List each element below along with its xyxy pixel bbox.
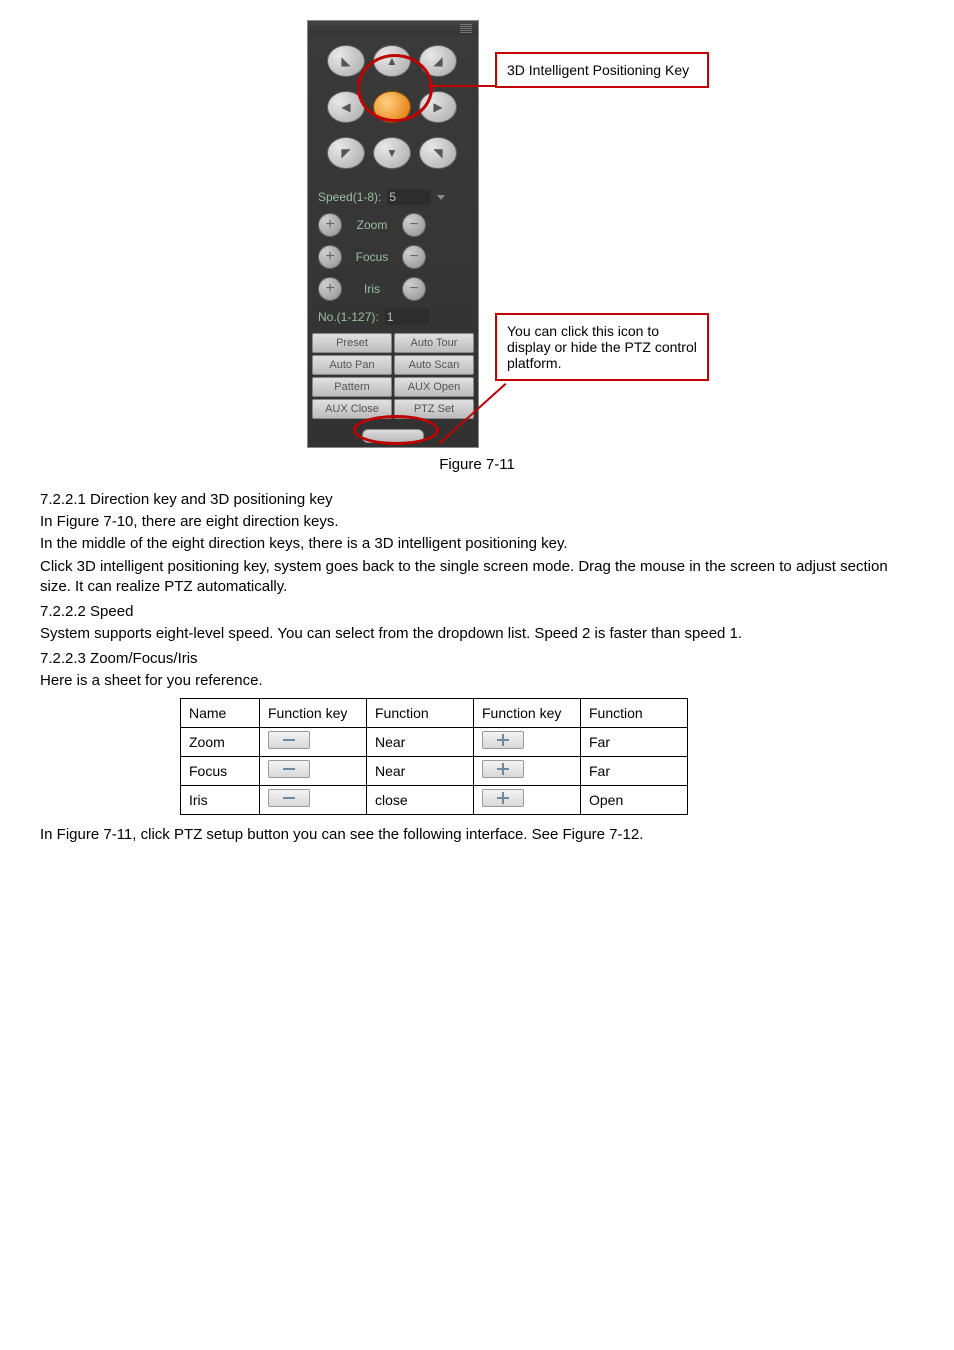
callout-line-top <box>427 85 497 87</box>
cell-func2: Far <box>581 727 688 756</box>
dir-left[interactable]: ◀ <box>327 91 365 123</box>
cell-func2: Open <box>581 785 688 814</box>
collapse-toggle[interactable] <box>362 429 424 443</box>
no-label: No.(1-127): <box>318 310 379 324</box>
iris-minus[interactable]: − <box>402 277 426 301</box>
cell-name: Focus <box>181 756 260 785</box>
th-func2: Function <box>581 698 688 727</box>
table-row: Iris close Open <box>181 785 688 814</box>
cell-func2: Far <box>581 756 688 785</box>
dir-right[interactable]: ▶ <box>419 91 457 123</box>
zoom-plus[interactable]: + <box>318 213 342 237</box>
minus-icon <box>268 731 310 749</box>
th-name: Name <box>181 698 260 727</box>
cell-func: close <box>367 785 474 814</box>
auto-scan-button[interactable]: Auto Scan <box>394 355 474 375</box>
table-row: Focus Near Far <box>181 756 688 785</box>
speed-row: Speed(1-8): <box>308 185 478 209</box>
cell-func: Near <box>367 727 474 756</box>
dir-up-left[interactable]: ◣ <box>327 45 365 77</box>
pattern-button[interactable]: Pattern <box>312 377 392 397</box>
direction-keys: ◣ ▲ ◢ ◀ ▶ ◤ ▼ ◥ <box>323 45 463 177</box>
figure-container: ◣ ▲ ◢ ◀ ▶ ◤ ▼ ◥ Speed(1-8): + <box>40 20 914 448</box>
table-header-row: Name Function key Function Function key … <box>181 698 688 727</box>
zoom-row: + Zoom − <box>308 209 478 241</box>
minus-icon <box>268 760 310 778</box>
s1-line-2: Click 3D intelligent positioning key, sy… <box>40 557 914 598</box>
focus-minus[interactable]: − <box>402 245 426 269</box>
aux-open-button[interactable]: AUX Open <box>394 377 474 397</box>
focus-label: Focus <box>348 250 396 264</box>
preset-button[interactable]: Preset <box>312 333 392 353</box>
th-fkey2: Function key <box>474 698 581 727</box>
dir-down-left[interactable]: ◤ <box>327 137 365 169</box>
s1-line-0: In Figure 7-10, there are eight directio… <box>40 512 914 532</box>
s3-intro: Here is a sheet for you reference. <box>40 671 914 691</box>
cell-key-plus <box>474 727 581 756</box>
iris-plus[interactable]: + <box>318 277 342 301</box>
speed-input[interactable] <box>387 189 431 205</box>
callout-collapse: You can click this icon to display or hi… <box>495 313 709 381</box>
iris-label: Iris <box>348 282 396 296</box>
ptz-set-button[interactable]: PTZ Set <box>394 399 474 419</box>
th-func1: Function <box>367 698 474 727</box>
cell-key-plus <box>474 785 581 814</box>
3d-positioning-key[interactable] <box>373 91 411 123</box>
heading-7-2-2-2: 7.2.2.2 Speed <box>40 603 914 620</box>
dir-up[interactable]: ▲ <box>373 45 411 77</box>
dir-up-right[interactable]: ◢ <box>419 45 457 77</box>
focus-plus[interactable]: + <box>318 245 342 269</box>
cell-name: Zoom <box>181 727 260 756</box>
s2-line-0: System supports eight-level speed. You c… <box>40 624 914 644</box>
s1-line-1: In the middle of the eight direction key… <box>40 534 914 554</box>
cell-key-minus <box>260 785 367 814</box>
plus-icon <box>482 731 524 749</box>
aux-close-button[interactable]: AUX Close <box>312 399 392 419</box>
speed-dropdown-icon[interactable] <box>437 195 445 200</box>
grip-icon <box>460 24 472 34</box>
dir-down-right[interactable]: ◥ <box>419 137 457 169</box>
cell-key-plus <box>474 756 581 785</box>
cell-func: Near <box>367 756 474 785</box>
dir-down[interactable]: ▼ <box>373 137 411 169</box>
auto-pan-button[interactable]: Auto Pan <box>312 355 392 375</box>
speed-label: Speed(1-8): <box>318 190 381 204</box>
zoom-label: Zoom <box>348 218 396 232</box>
no-row: No.(1-127): <box>308 305 478 329</box>
table-row: Zoom Near Far <box>181 727 688 756</box>
cell-name: Iris <box>181 785 260 814</box>
focus-row: + Focus − <box>308 241 478 273</box>
panel-titlebar[interactable] <box>308 21 478 35</box>
iris-row: + Iris − <box>308 273 478 305</box>
plus-icon <box>482 760 524 778</box>
ptz-button-grid: Preset Auto Tour Auto Pan Auto Scan Patt… <box>308 329 478 423</box>
callout-3d-key: 3D Intelligent Positioning Key <box>495 52 709 88</box>
reference-table: Name Function key Function Function key … <box>180 698 688 815</box>
minus-icon <box>268 789 310 807</box>
figure-caption: Figure 7-11 <box>40 456 914 473</box>
th-fkey1: Function key <box>260 698 367 727</box>
cell-key-minus <box>260 756 367 785</box>
no-input[interactable] <box>385 309 429 325</box>
heading-7-2-2-1: 7.2.2.1 Direction key and 3D positioning… <box>40 491 914 508</box>
auto-tour-button[interactable]: Auto Tour <box>394 333 474 353</box>
footer-line: In Figure 7-11, click PTZ setup button y… <box>40 825 914 845</box>
heading-7-2-2-3: 7.2.2.3 Zoom/Focus/Iris <box>40 650 914 667</box>
cell-key-minus <box>260 727 367 756</box>
plus-icon <box>482 789 524 807</box>
zoom-minus[interactable]: − <box>402 213 426 237</box>
